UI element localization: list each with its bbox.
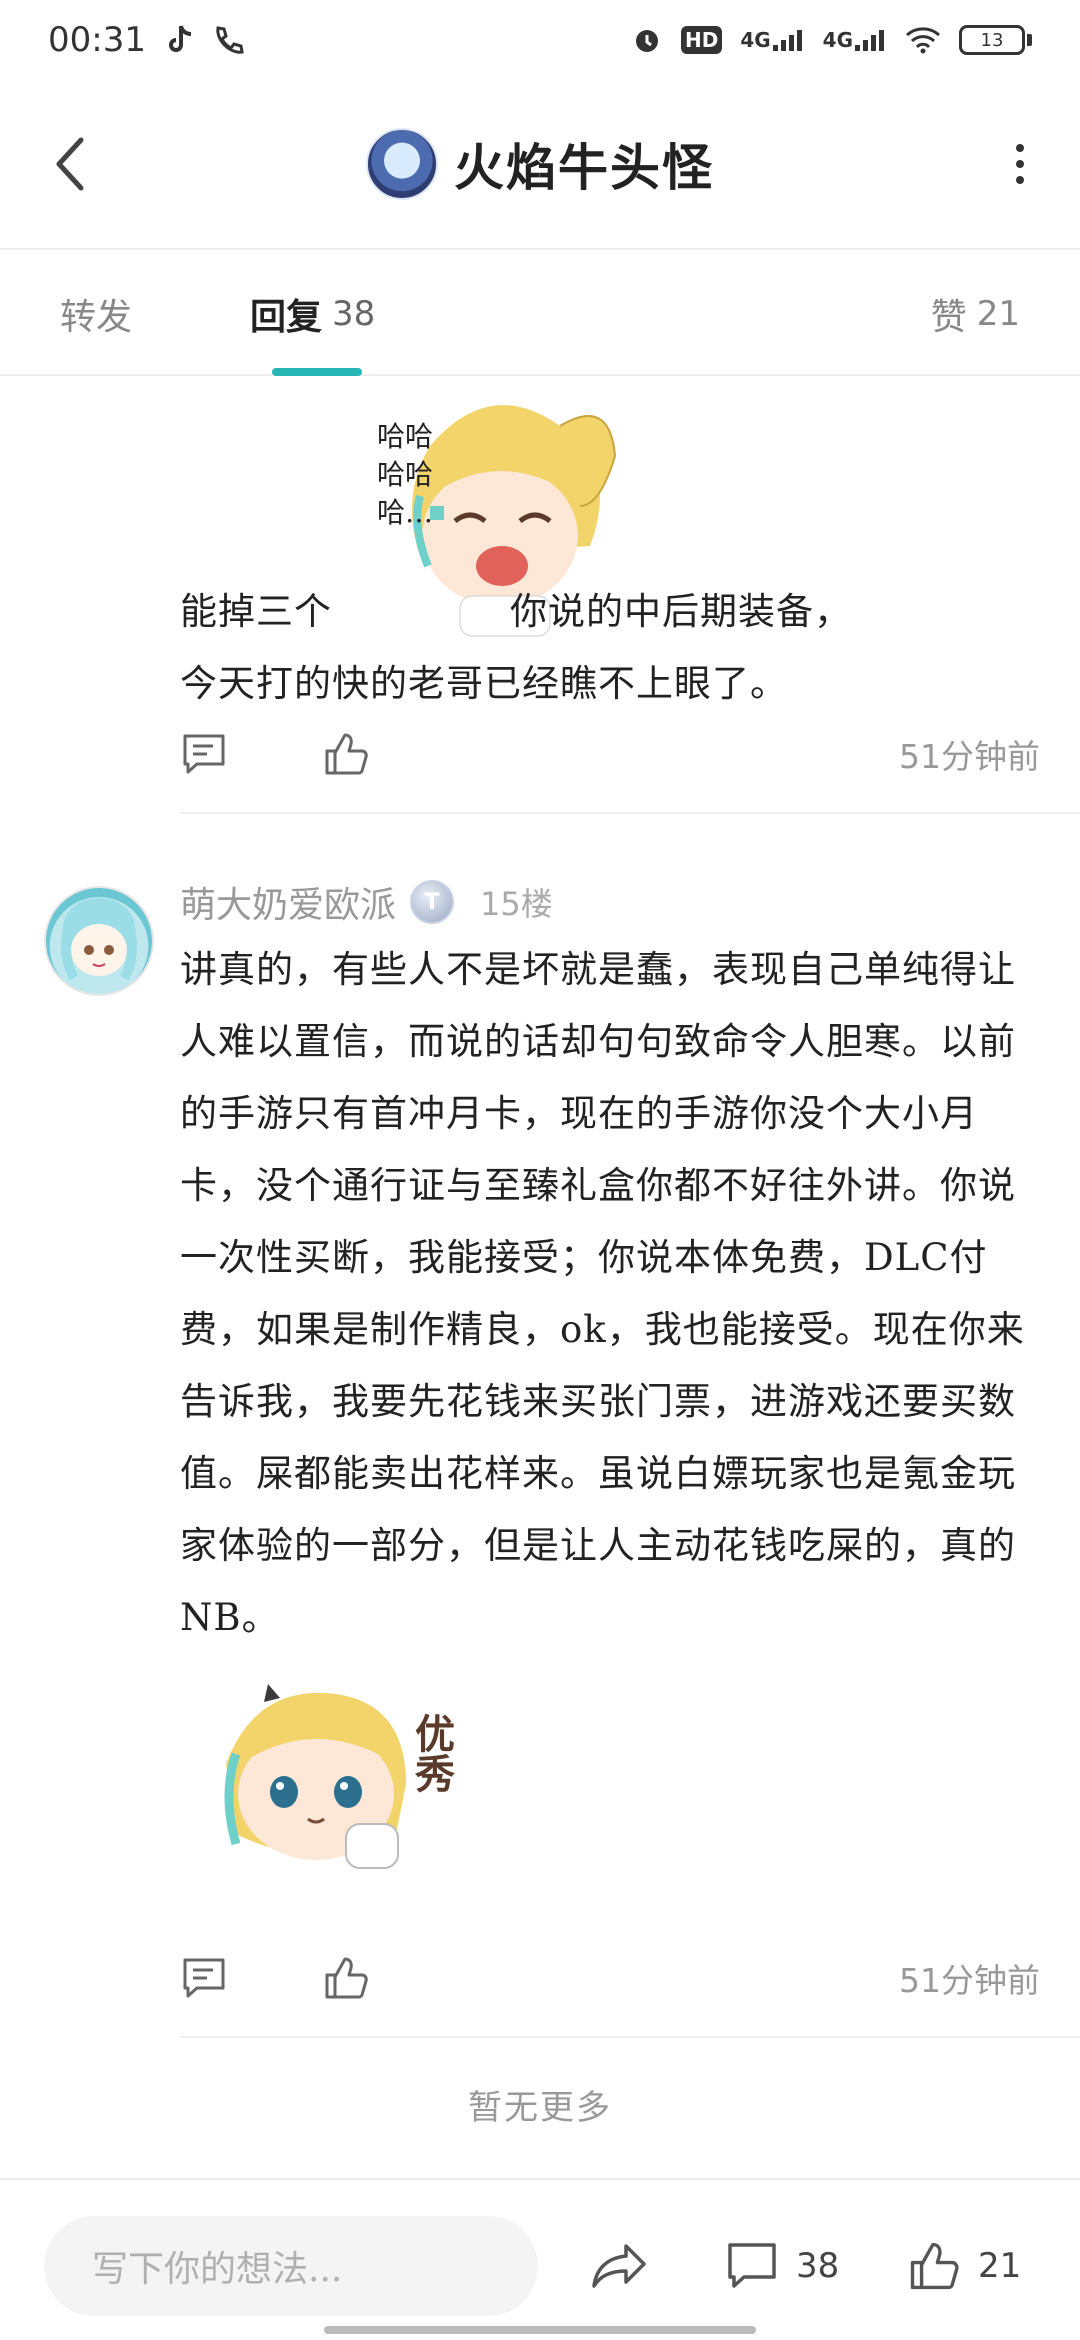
tab-like-count: 21 [976, 294, 1020, 334]
comment-button[interactable]: 38 [726, 2216, 839, 2316]
thumbs-up-icon [910, 2242, 959, 2290]
post-1-text-part-b: 你说的中后期装备， [510, 590, 852, 633]
header: 火焰牛头怪 [0, 80, 1080, 250]
floor-number: 15楼 [480, 885, 553, 923]
battery-level: 13 [980, 29, 1004, 51]
reply-icon[interactable] [180, 1954, 228, 2002]
like-count: 21 [978, 2246, 1022, 2286]
post-1-actions-placeholder [180, 476, 1040, 536]
post-2-actions: 51分钟前 [180, 1948, 1040, 2008]
level-badge: T [410, 880, 455, 924]
chevron-left-icon [56, 137, 84, 191]
reply-list[interactable]: 哈哈哈哈哈… 能掉三个 你说的中后期装备， 今天打的快的老哥已经瞧不上眼了。 5… [0, 378, 1080, 2178]
post-1-actions: 51分钟前 [180, 724, 1040, 784]
more-options-button[interactable] [1000, 124, 1040, 204]
network-4g-label: 4G [740, 28, 771, 52]
home-indicator[interactable] [324, 2326, 756, 2334]
comment-icon [728, 2243, 776, 2288]
tab-reply-count: 38 [332, 294, 376, 334]
username[interactable]: 萌大奶爱欧派 [180, 876, 396, 928]
wifi-icon [905, 26, 941, 54]
status-time: 00:31 [48, 20, 146, 60]
tab-reply[interactable]: 回复 38 [250, 252, 375, 376]
phone-icon [212, 24, 244, 56]
signal-icon-2 [855, 30, 884, 51]
tab-like[interactable]: 赞 21 [931, 252, 1020, 376]
reply-icon[interactable] [180, 730, 228, 778]
bottom-bar: 写下你的想法... 38 21 [0, 2178, 1080, 2340]
battery-icon: 13 [959, 25, 1032, 55]
post-2-author-row: 萌大奶爱欧派 T 15楼 [180, 878, 553, 926]
network-4g-indicator-2: 4G [823, 27, 887, 53]
share-icon [592, 2244, 646, 2288]
user-avatar-image [61, 898, 137, 981]
tab-reply-label: 回复 [250, 297, 323, 338]
thumbs-up-icon[interactable] [322, 1954, 370, 2002]
network-4g-indicator: 4G [740, 27, 804, 53]
tiktok-icon [164, 24, 194, 56]
sticker-excellent-caption: 优秀 [408, 1713, 455, 1793]
dot-icon [1016, 144, 1024, 152]
network-4g-label-2: 4G [822, 28, 853, 52]
dot-icon [1016, 160, 1024, 168]
signal-icon [772, 30, 802, 51]
tab-forward-label: 转发 [60, 297, 133, 338]
comment-count: 38 [796, 2246, 840, 2286]
post-divider [180, 812, 1080, 814]
thumbs-up-icon[interactable] [322, 730, 370, 778]
user-avatar[interactable] [44, 886, 154, 996]
tab-bar: 转发 回复 38 赞 21 [0, 252, 1080, 376]
post-1-time: 51分钟前 [899, 737, 1040, 776]
post-2-body: 讲真的，有些人不是坏就是蠢，表现自己单纯得让人难以置信，而说的话却句句致命令人胆… [180, 948, 1025, 1639]
post-1-text-line-2: 今天打的快的老哥已经瞧不上眼了。 [180, 662, 788, 705]
tab-forward[interactable]: 转发 [60, 252, 132, 376]
dot-icon [1016, 176, 1024, 184]
post-1-body: 能掉三个 你说的中后期装备， 今天打的快的老哥已经瞧不上眼了。 [180, 576, 1040, 720]
tab-active-indicator [272, 368, 362, 376]
status-bar: 00:31 HD 4G 4G 13 [0, 0, 1080, 80]
comment-input[interactable]: 写下你的想法... [44, 2216, 538, 2316]
author-avatar[interactable] [366, 128, 438, 200]
post-2-time: 51分钟前 [899, 1961, 1040, 2000]
back-button[interactable] [40, 124, 100, 204]
alarm-icon [631, 24, 663, 56]
share-button[interactable] [590, 2216, 650, 2316]
post-1-text-part-a: 能掉三个 [180, 590, 332, 633]
post-divider [180, 2036, 1080, 2038]
page-title: 火焰牛头怪 [454, 139, 714, 197]
no-more-label: 暂无更多 [468, 2088, 612, 2128]
hd-icon: HD [680, 26, 723, 54]
tab-like-label: 赞 [930, 297, 967, 338]
like-button[interactable]: 21 [908, 2216, 1021, 2316]
title-group[interactable]: 火焰牛头怪 [366, 128, 714, 200]
